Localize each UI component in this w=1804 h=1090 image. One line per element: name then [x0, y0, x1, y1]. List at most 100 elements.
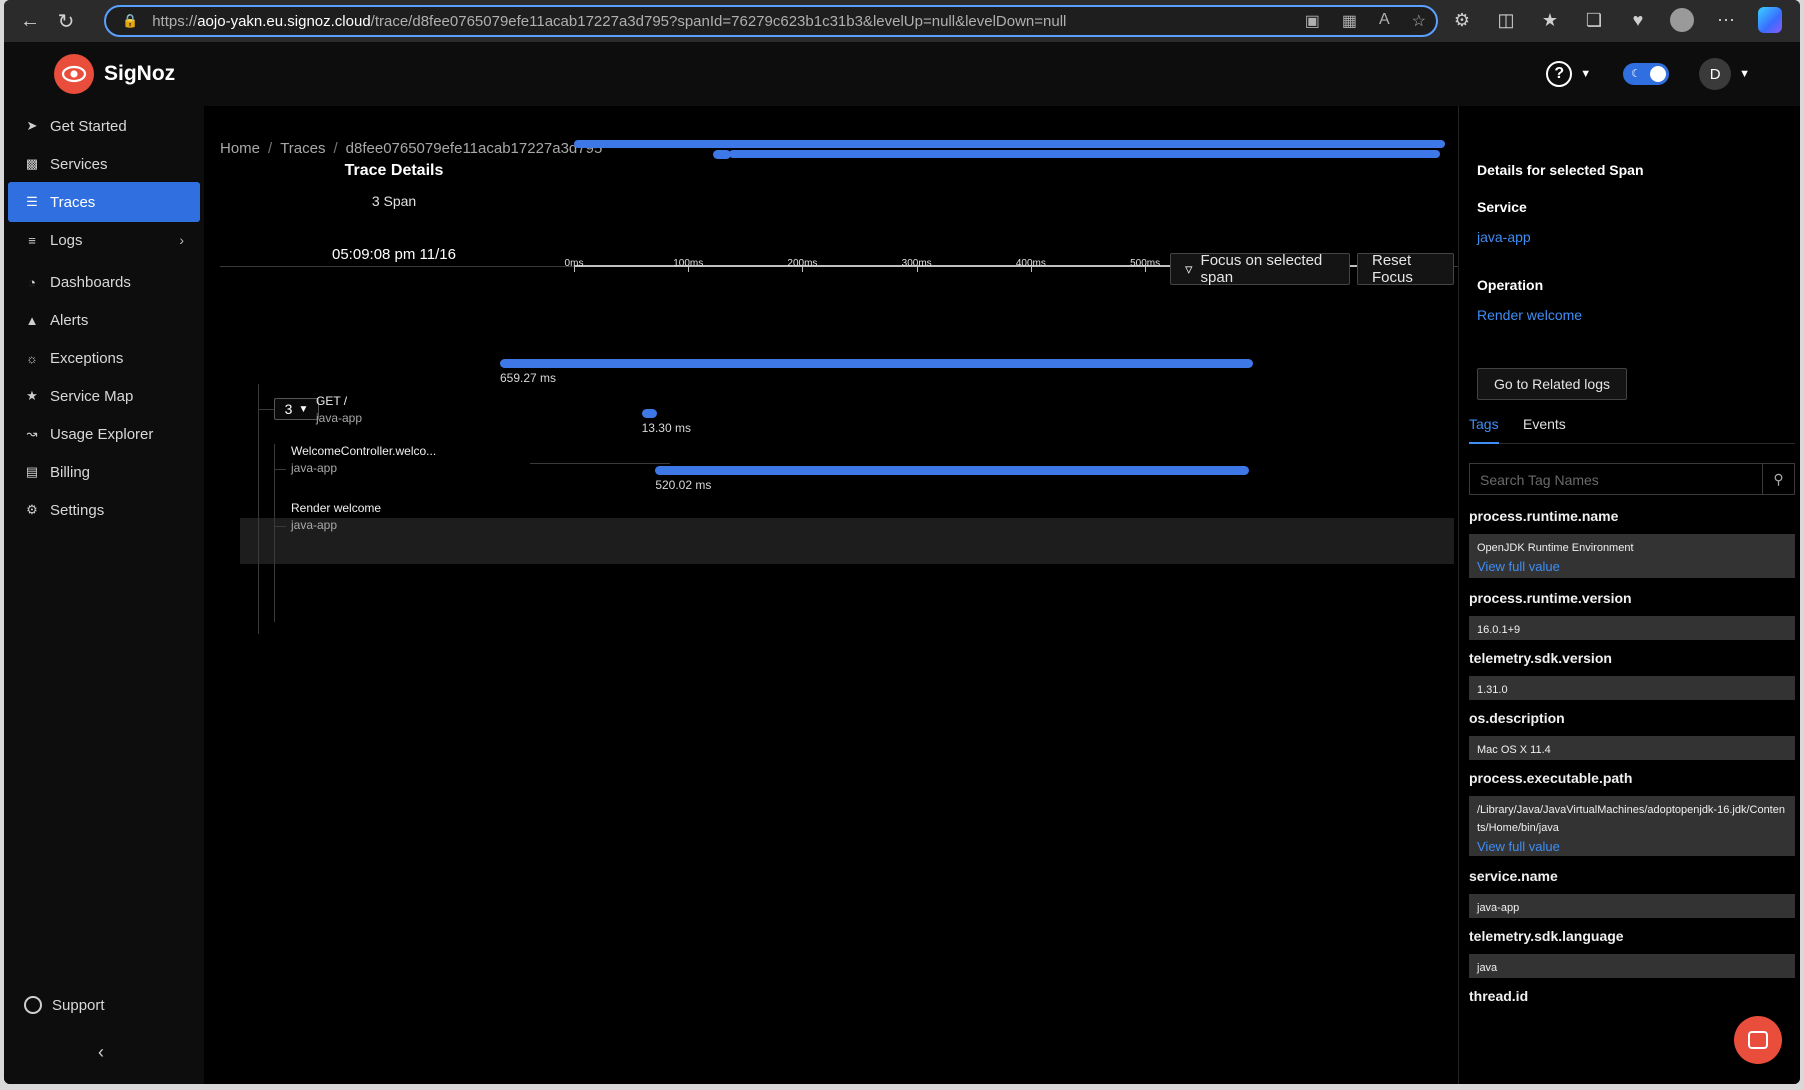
collections-icon[interactable]: ❏ — [1582, 6, 1606, 34]
sidebar-item-usage-explorer[interactable]: ↝ Usage Explorer — [8, 414, 200, 454]
support-icon — [24, 996, 42, 1014]
overview-bar-render — [729, 150, 1440, 158]
reset-focus-button[interactable]: Reset Focus — [1357, 252, 1454, 286]
bar-chart-icon: ▩ — [25, 156, 39, 171]
sidebar-item-exceptions[interactable]: ☼ Exceptions — [8, 338, 200, 378]
collapse-sidebar-icon[interactable]: ‹ — [98, 1042, 104, 1063]
split-screen-icon[interactable]: ◫ — [1494, 6, 1518, 34]
breadcrumb-separator: / — [268, 140, 273, 157]
favorites-icon[interactable]: ★ — [1538, 6, 1562, 34]
tag-value: java-app — [1469, 894, 1795, 918]
signoz-logo[interactable]: SigNoz — [54, 54, 175, 94]
operation-value-link[interactable]: Render welcome — [1477, 307, 1582, 323]
span-count: 3 Span — [371, 193, 417, 209]
chat-icon — [1748, 1031, 1768, 1049]
tag-value-text: OpenJDK Runtime Environment — [1477, 542, 1634, 554]
favorite-star-icon[interactable]: ☆ — [1412, 11, 1426, 31]
tab-tags[interactable]: Tags — [1469, 416, 1499, 432]
theme-toggle[interactable]: ☾ — [1623, 63, 1670, 85]
read-aloud-icon[interactable]: A — [1379, 11, 1390, 31]
sidebar-item-label: Alerts — [50, 311, 89, 329]
sidebar-item-alerts[interactable]: ▲ Alerts — [8, 300, 200, 340]
details-tabs: Tags Events — [1469, 414, 1795, 444]
tag-key: process.runtime.name — [1469, 508, 1619, 524]
breadcrumb-home[interactable]: Home — [220, 140, 260, 157]
span-track — [530, 463, 670, 464]
tag-search[interactable]: Search Tag Names ⚲ — [1469, 463, 1795, 495]
app-header: SigNoz ? ▼ ☾ D ▼ — [4, 42, 1800, 106]
support-link[interactable]: Support — [24, 996, 105, 1014]
view-full-value-link[interactable]: View full value — [1477, 837, 1787, 857]
sidebar-item-get-started[interactable]: ➤ Get Started — [8, 106, 200, 146]
sidebar-item-service-map[interactable]: ★ Service Map — [8, 376, 200, 416]
sidebar-item-services[interactable]: ▩ Services — [8, 144, 200, 184]
service-value-link[interactable]: java-app — [1477, 229, 1531, 245]
help-icon[interactable]: ? — [1546, 61, 1573, 87]
address-bar[interactable]: 🔒 https://aojo-yakn.eu.signoz.cloud/trac… — [104, 5, 1438, 37]
user-avatar[interactable]: D — [1699, 58, 1732, 90]
timeline-tick-mark — [574, 266, 575, 272]
grid-icon[interactable]: ▦ — [1342, 11, 1357, 31]
span-bar[interactable] — [641, 409, 657, 418]
span-duration: 659.27 ms — [500, 371, 557, 385]
tab-events[interactable]: Events — [1523, 416, 1566, 432]
focus-span-label: Focus on selected span — [1200, 252, 1323, 286]
tree-connector — [274, 526, 286, 527]
chat-support-button[interactable] — [1734, 1016, 1782, 1064]
breadcrumb-traces[interactable]: Traces — [280, 140, 325, 157]
extensions-icon[interactable]: ⚙ — [1450, 6, 1474, 34]
view-full-value-link[interactable]: View full value — [1477, 557, 1787, 577]
moon-icon: ☾ — [1631, 68, 1641, 80]
tag-value: 1.31.0 — [1469, 676, 1795, 700]
span-service: java-app — [291, 461, 338, 475]
sidebar-item-traces[interactable]: ☰ Traces — [8, 182, 200, 222]
url-host: aojo-yakn.eu.signoz.cloud — [197, 12, 371, 30]
span-bar[interactable] — [500, 359, 1253, 368]
dashboard-icon: ◔ — [28, 274, 36, 290]
list-icon: ≡ — [28, 232, 36, 248]
breadcrumb-separator: / — [333, 140, 338, 157]
search-icon[interactable]: ⚲ — [1762, 464, 1794, 494]
more-icon[interactable]: ⋯ — [1714, 6, 1738, 34]
user-caret-icon[interactable]: ▼ — [1739, 68, 1750, 80]
back-arrow-icon[interactable]: ← — [12, 3, 48, 39]
sidebar-item-settings[interactable]: ⚙ Settings — [8, 490, 200, 530]
span-bar[interactable] — [655, 466, 1250, 475]
app-install-icon[interactable]: ▣ — [1305, 11, 1320, 31]
selected-span-row[interactable] — [240, 518, 1454, 564]
breadcrumb-trace-id: d8fee0765079efe11acab17227a3d795 — [345, 140, 603, 157]
tag-key: os.description — [1469, 710, 1565, 726]
profile-icon[interactable] — [1670, 6, 1694, 34]
timeline-tick-mark — [802, 266, 804, 272]
help-caret-icon[interactable]: ▼ — [1580, 68, 1591, 80]
health-icon[interactable]: ♥ — [1626, 6, 1650, 34]
child-span-count: 3 — [284, 401, 293, 417]
tree-connector — [258, 384, 259, 634]
sidebar-item-billing[interactable]: ▤ Billing — [8, 452, 200, 492]
sidebar-item-label: Services — [50, 155, 108, 173]
sidebar-item-label: Billing — [50, 463, 91, 481]
reload-icon[interactable]: ↻ — [48, 3, 84, 39]
tag-key: thread.id — [1469, 988, 1529, 1004]
span-name[interactable]: WelcomeController.welco... — [291, 444, 436, 458]
sidebar-item-dashboards[interactable]: ◔ Dashboards — [8, 262, 200, 302]
overview-bar-root — [574, 140, 1445, 148]
chevron-right-icon: › — [179, 232, 184, 248]
copilot-icon[interactable] — [1758, 6, 1782, 34]
focus-span-button[interactable]: ▿ Focus on selected span — [1170, 252, 1350, 286]
tag-value: 16.0.1+9 — [1469, 616, 1795, 640]
search-input[interactable]: Search Tag Names — [1480, 472, 1599, 488]
span-name[interactable]: GET / — [316, 394, 347, 408]
menu-icon: ☰ — [26, 194, 38, 209]
signoz-eye-icon — [54, 54, 94, 94]
span-name[interactable]: Render welcome — [291, 501, 381, 515]
span-collapse-toggle[interactable]: 3 ▼ — [274, 398, 319, 420]
active-tab-indicator — [1469, 442, 1499, 444]
span-duration: 520.02 ms — [655, 478, 712, 492]
tag-key: process.executable.path — [1469, 770, 1633, 786]
span-service: java-app — [316, 411, 363, 425]
sidebar-item-logs[interactable]: ≡ Logs › — [8, 220, 200, 260]
map-icon: ★ — [26, 388, 38, 403]
related-logs-button[interactable]: Go to Related logs — [1477, 368, 1627, 400]
gear-icon: ⚙ — [26, 502, 38, 517]
